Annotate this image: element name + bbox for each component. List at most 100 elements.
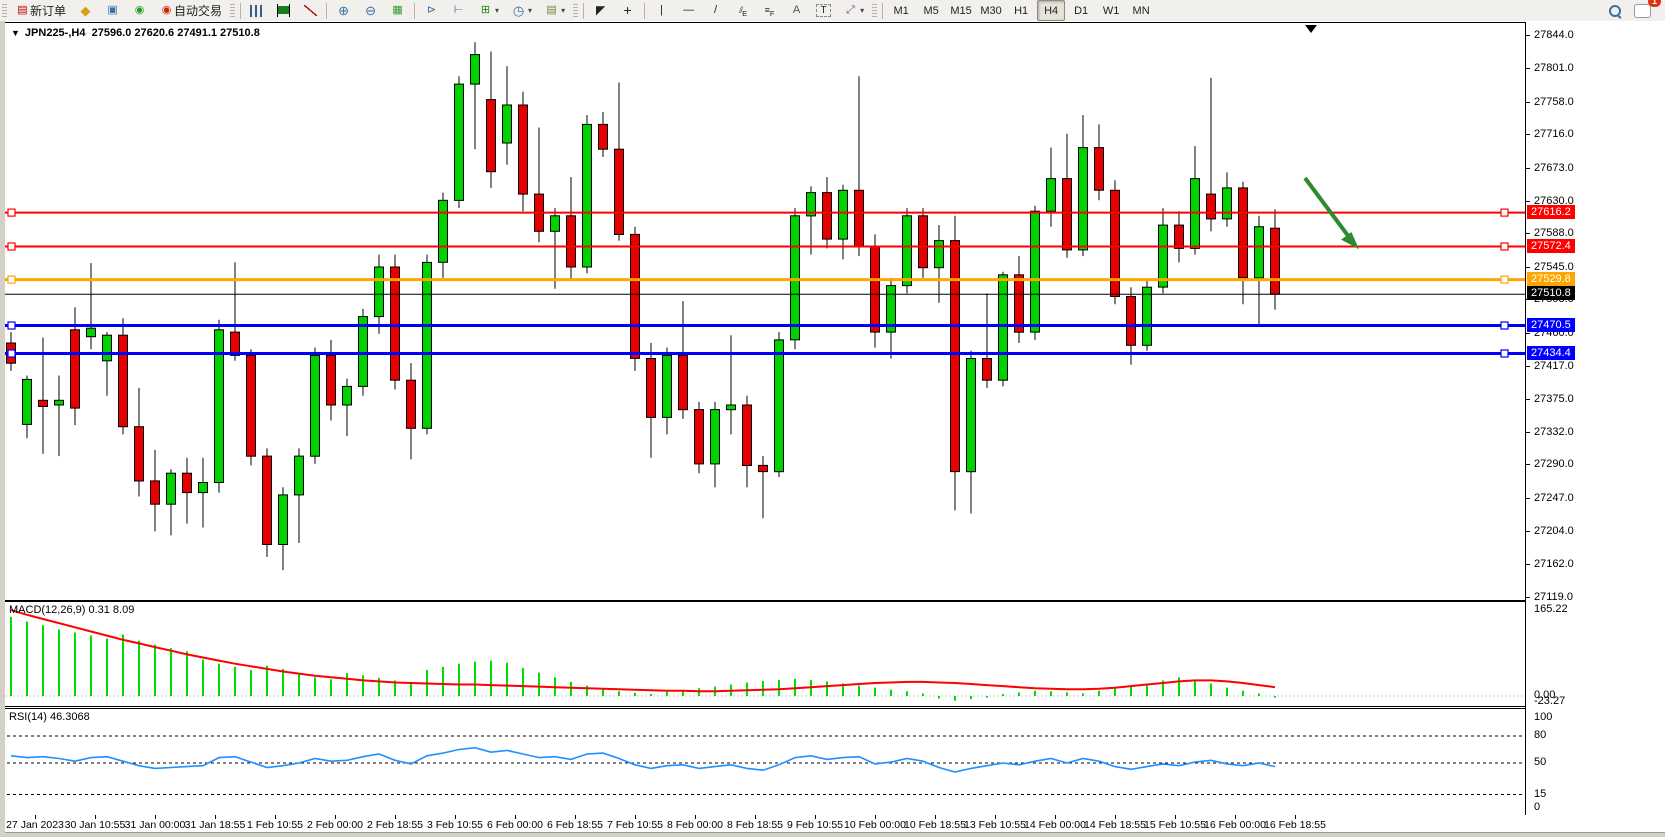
auto-scroll-button[interactable]: ⊳	[419, 0, 444, 21]
hline-handle[interactable]	[8, 209, 15, 216]
candlestick-icon	[277, 4, 290, 17]
data-window-icon: ▣	[105, 3, 120, 18]
axis-tick	[1526, 366, 1530, 367]
axis-tick	[1526, 267, 1530, 268]
horizontal-line-button[interactable]: —	[676, 0, 701, 21]
axis-tick	[1526, 168, 1530, 169]
text-button[interactable]: A	[784, 0, 809, 21]
axis-tick	[1526, 498, 1530, 499]
indicators-button[interactable]: ⊞▾	[473, 0, 504, 21]
cursor-button[interactable]: ◤	[588, 0, 613, 21]
timeframe-m1[interactable]: M1	[887, 0, 915, 21]
horizontal-line-icon: —	[681, 3, 696, 18]
periods-button[interactable]: ◷▾	[506, 0, 537, 21]
price-tick-label: 27844.0	[1534, 29, 1574, 41]
axis-tick	[1526, 564, 1530, 565]
macd-pane[interactable]: MACD(12,26,9) 0.31 8.09	[5, 601, 1525, 707]
bottom-strip	[5, 832, 1665, 837]
text-label-button[interactable]: T	[811, 0, 836, 21]
equidistant-channel-button[interactable]: ⫽E	[730, 0, 755, 21]
price-chart-pane[interactable]: ▼JPN225-,H4 27596.0 27620.6 27491.1 2751…	[5, 22, 1525, 601]
fibonacci-button[interactable]: ≡F	[757, 0, 782, 21]
timeframe-w1[interactable]: W1	[1097, 0, 1125, 21]
new-order-label: 新订单	[30, 2, 66, 19]
collapse-triangle-icon[interactable]: ▼	[11, 28, 20, 38]
timeframe-mn[interactable]: MN	[1127, 0, 1155, 21]
line-chart-button[interactable]	[299, 0, 322, 21]
channel-icon: ⫽E	[735, 3, 750, 18]
candlestick-chart-button[interactable]	[270, 0, 297, 21]
time-tick-label: 31 Jan 18:55	[185, 819, 246, 831]
axis-tick	[1526, 432, 1530, 433]
bar-chart-icon	[250, 5, 263, 17]
hline-handle[interactable]	[8, 243, 15, 250]
clock-icon: ◷	[511, 3, 526, 18]
hline-handle[interactable]	[8, 322, 15, 329]
timeframe-h4[interactable]: H4	[1037, 0, 1065, 21]
hline-handle[interactable]	[1501, 276, 1508, 283]
rsi-axis-label: 80	[1534, 729, 1546, 741]
vertical-line-icon: |	[654, 3, 669, 18]
timeframe-m15[interactable]: M15	[947, 0, 975, 21]
hline-handle[interactable]	[1501, 243, 1508, 250]
hline-handle[interactable]	[8, 350, 15, 357]
chart-shift-button[interactable]: ⊢	[446, 0, 471, 21]
rsi-plot	[5, 709, 1525, 815]
time-tick-label: 3 Feb 10:55	[427, 819, 483, 831]
hline-handle[interactable]	[1501, 209, 1508, 216]
text-icon: A	[789, 3, 804, 18]
rsi-pane[interactable]: RSI(14) 46.3068	[5, 708, 1525, 816]
cursor-icon: ◤	[593, 3, 608, 18]
time-tick-label: 10 Feb 00:00	[844, 819, 906, 831]
time-tick-label: 8 Feb 18:55	[727, 819, 783, 831]
signals-button[interactable]: ◉	[127, 0, 152, 21]
axis-tick	[1526, 134, 1530, 135]
chat-bubble-icon	[1634, 4, 1651, 18]
tile-windows-button[interactable]: ▦	[385, 0, 410, 21]
data-window-button[interactable]: ▣	[100, 0, 125, 21]
autotrade-button[interactable]: ◉ 自动交易	[154, 0, 227, 21]
search-icon	[1608, 4, 1622, 18]
crosshair-button[interactable]: +	[615, 0, 640, 21]
trendline-button[interactable]: /	[703, 0, 728, 21]
hline-handle[interactable]	[1501, 322, 1508, 329]
zoom-out-icon: ⊖	[363, 3, 378, 18]
timeframe-m5[interactable]: M5	[917, 0, 945, 21]
rsi-axis-label: 100	[1534, 711, 1552, 723]
bar-chart-button[interactable]	[245, 0, 268, 21]
timeframe-m30[interactable]: M30	[977, 0, 1005, 21]
line-chart-icon	[304, 5, 317, 16]
time-tick-label: 10 Feb 18:55	[904, 819, 966, 831]
price-tick-label: 27332.0	[1534, 426, 1574, 438]
timeframe-h1[interactable]: H1	[1007, 0, 1035, 21]
trendline-icon: /	[708, 3, 723, 18]
toolbar-grip	[230, 4, 235, 18]
price-tick-label: 27588.0	[1534, 227, 1574, 239]
templates-button[interactable]: ▤▾	[539, 0, 570, 21]
time-axis[interactable]: 27 Jan 202330 Jan 10:5531 Jan 00:0031 Ja…	[5, 815, 1665, 832]
price-axis[interactable]: 27844.027801.027758.027716.027673.027630…	[1525, 22, 1665, 815]
hline-handle[interactable]	[1501, 350, 1508, 357]
axis-tick	[1526, 333, 1530, 334]
new-order-button[interactable]: ▤ 新订单	[10, 0, 71, 21]
search-button[interactable]	[1603, 0, 1627, 21]
notifications-button[interactable]: 1	[1629, 0, 1656, 21]
arrows-button[interactable]: ⤢▾	[838, 0, 869, 21]
rsi-axis-label: 0	[1534, 801, 1540, 813]
axis-tick	[1526, 464, 1530, 465]
macd-axis-label: 165.22	[1534, 603, 1568, 615]
market-watch-button[interactable]: ◆	[73, 0, 98, 21]
time-tick-label: 8 Feb 00:00	[667, 819, 723, 831]
price-line-badge: 27616.2	[1527, 205, 1575, 219]
time-tick-label: 13 Feb 10:55	[964, 819, 1026, 831]
chart-ohlc-values: 27596.0 27620.6 27491.1 27510.8	[92, 27, 260, 39]
vertical-line-button[interactable]: |	[649, 0, 674, 21]
chevron-down-icon: ▾	[860, 6, 864, 15]
signal-icon: ◉	[132, 3, 147, 18]
zoom-out-button[interactable]: ⊖	[358, 0, 383, 21]
chart-window: ▼JPN225-,H4 27596.0 27620.6 27491.1 2751…	[0, 21, 1665, 837]
timeframe-d1[interactable]: D1	[1067, 0, 1095, 21]
hline-handle[interactable]	[8, 276, 15, 283]
zoom-in-button[interactable]: ⊕	[331, 0, 356, 21]
time-tick-label: 15 Feb 10:55	[1144, 819, 1206, 831]
